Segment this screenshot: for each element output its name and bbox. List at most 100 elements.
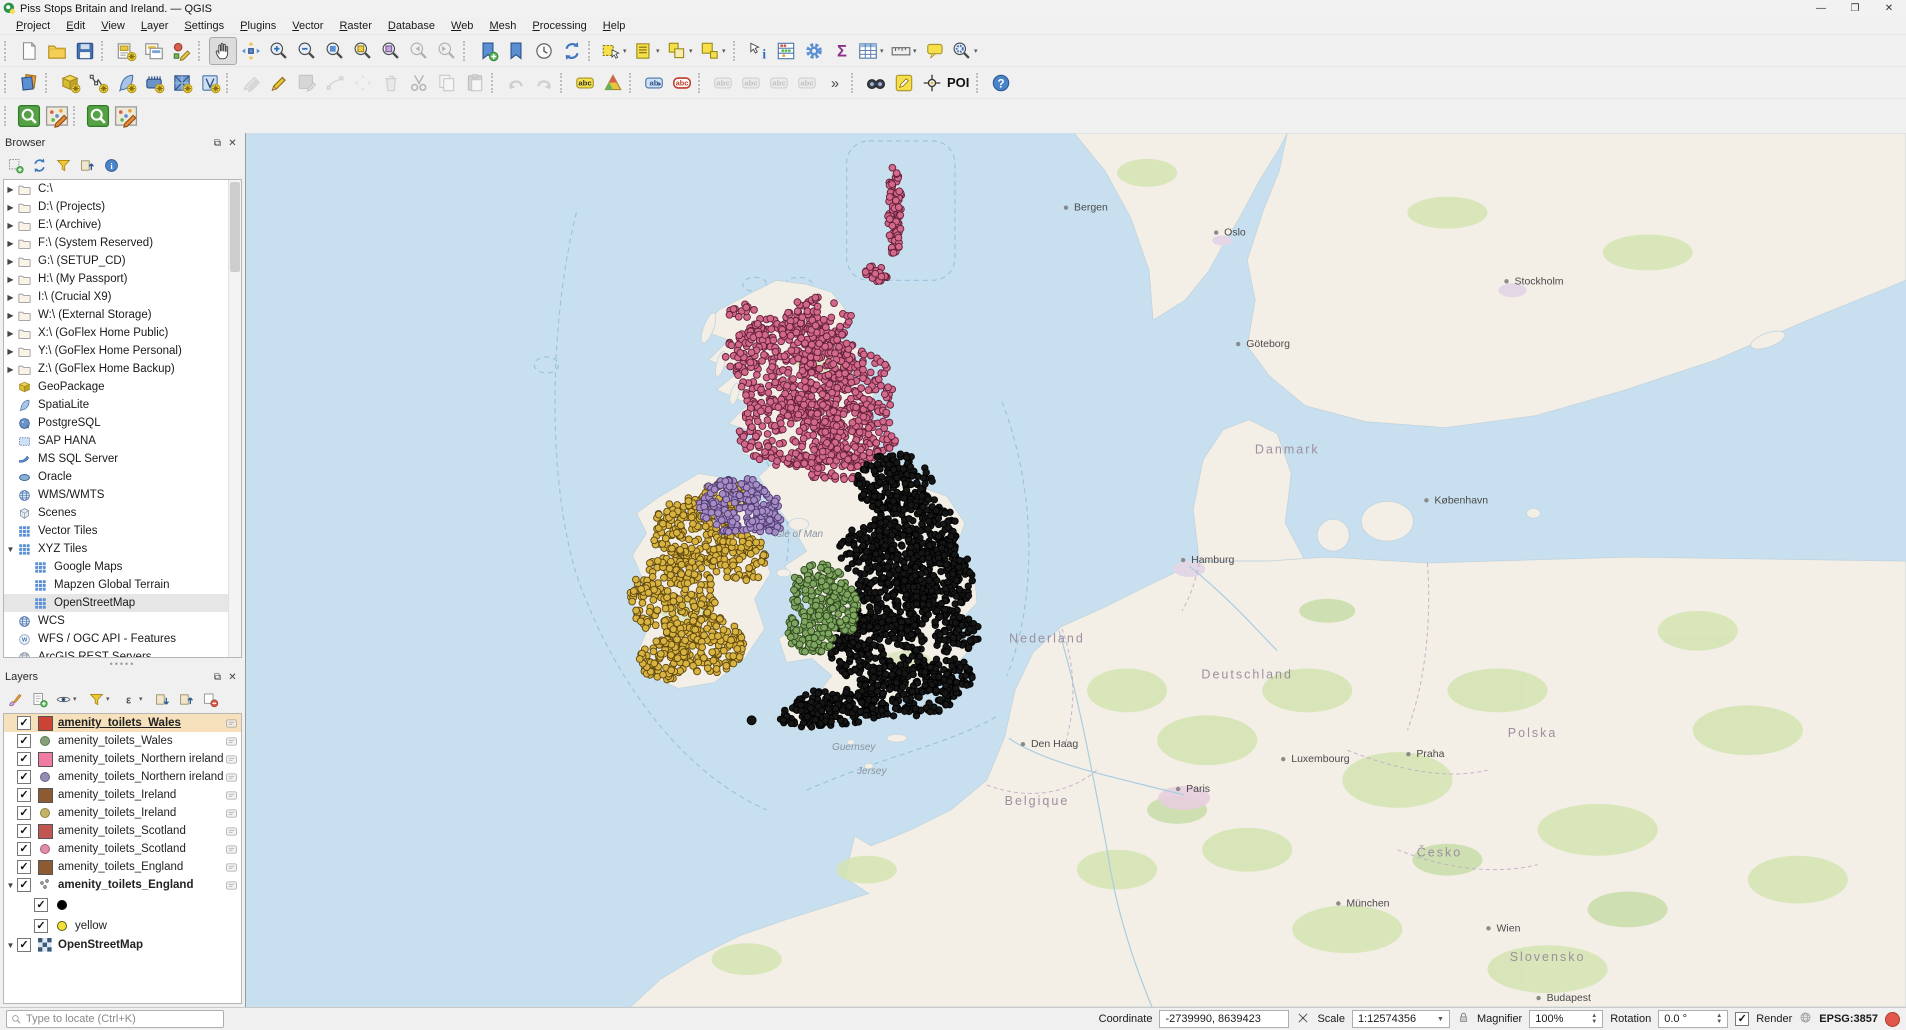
layer-visibility-checkbox[interactable]: ✓ <box>17 806 31 820</box>
browser-item-x-goflex-home-public[interactable]: ▶X:\ (GoFlex Home Public) <box>4 324 229 342</box>
redo-button[interactable] <box>530 69 558 97</box>
rotation-spinbox[interactable]: 0.0 °▲▼ <box>1658 1010 1728 1028</box>
layer-row-amenity-toilets-wales[interactable]: ✓amenity_toilets_Wales <box>4 714 241 732</box>
map-canvas[interactable]: Isle of ManGuernseyJerseyBergenOsloStock… <box>246 133 1906 1007</box>
browser-item-wfs-ogc-api-features[interactable]: WWFS / OGC API - Features <box>4 630 229 648</box>
layer-visibility-checkbox[interactable]: ✓ <box>34 919 48 933</box>
pin-labels-button[interactable]: abc <box>709 69 737 97</box>
osm-place-search-2-button[interactable] <box>84 102 112 130</box>
select-by-form-dropdown[interactable]: ▾ <box>656 47 664 55</box>
open-attribute-table-dropdown[interactable]: ▾ <box>880 47 888 55</box>
statistical-summary-button[interactable] <box>772 37 800 65</box>
layer-row-amenity-toilets-ireland[interactable]: ✓amenity_toilets_Ireland <box>4 786 241 804</box>
expander-icon[interactable]: ▶ <box>4 329 17 338</box>
layer-visibility-checkbox[interactable]: ✓ <box>17 770 31 784</box>
filter-legend-button[interactable]: ▾ <box>88 691 114 708</box>
layer-visibility-checkbox[interactable]: ✓ <box>17 788 31 802</box>
layer-visibility-checkbox[interactable]: ✓ <box>17 860 31 874</box>
magnifier-spinbox[interactable]: 100%▲▼ <box>1529 1010 1603 1028</box>
move-label-button[interactable]: abc <box>765 69 793 97</box>
expander-icon[interactable]: ▶ <box>4 293 17 302</box>
nominatim-geocoder-dropdown[interactable]: ▾ <box>974 47 982 55</box>
locate-search-input[interactable]: Type to locate (Ctrl+K) <box>6 1010 224 1028</box>
menu-plugins[interactable]: Plugins <box>232 19 284 33</box>
layer-visibility-checkbox[interactable]: ✓ <box>17 842 31 856</box>
label-pin-red-button[interactable]: abc <box>668 69 696 97</box>
browser-item-postgresql[interactable]: PostgreSQL <box>4 414 229 432</box>
menu-web[interactable]: Web <box>443 19 481 33</box>
layer-row-amenity-toilets-england[interactable]: ✓amenity_toilets_England <box>4 858 241 876</box>
zoom-in-button[interactable] <box>265 37 293 65</box>
measure-line-dropdown[interactable]: ▾ <box>913 47 921 55</box>
zoom-last-button[interactable] <box>405 37 433 65</box>
browser-close-icon[interactable]: ✕ <box>225 136 240 150</box>
layer-row-openstreetmap[interactable]: ▼✓OpenStreetMap <box>4 936 241 954</box>
browser-item-z-goflex-home-backup[interactable]: ▶Z:\ (GoFlex Home Backup) <box>4 360 229 378</box>
identify-features-button[interactable]: i <box>744 37 772 65</box>
measure-line-button[interactable]: ▾ <box>889 37 922 65</box>
menu-view[interactable]: View <box>93 19 133 33</box>
layer-row-yellow[interactable]: ✓yellow <box>4 915 241 936</box>
select-features-dropdown[interactable]: ▾ <box>623 47 631 55</box>
deselect-features-button[interactable]: ▾ <box>665 37 698 65</box>
browser-item-d-projects[interactable]: ▶D:\ (Projects) <box>4 198 229 216</box>
menu-settings[interactable]: Settings <box>176 19 232 33</box>
menu-processing[interactable]: Processing <box>524 19 594 33</box>
move-feature-button[interactable] <box>349 69 377 97</box>
browser-item-geopackage[interactable]: GeoPackage <box>4 378 229 396</box>
expand-all-button[interactable] <box>154 691 171 708</box>
paste-features-button[interactable] <box>461 69 489 97</box>
new-spatial-bookmark-button[interactable] <box>474 37 502 65</box>
menu-vector[interactable]: Vector <box>284 19 331 33</box>
new-virtual-layer-button[interactable] <box>196 69 224 97</box>
osm-place-search-button[interactable] <box>15 102 43 130</box>
browser-item-h-my-passport[interactable]: ▶H:\ (My Passport) <box>4 270 229 288</box>
expander-icon[interactable]: ▼ <box>4 881 17 890</box>
remove-layer-button[interactable] <box>202 691 219 708</box>
open-attribute-table-button[interactable]: ▾ <box>856 37 889 65</box>
layer-visibility-checkbox[interactable]: ✓ <box>17 878 31 892</box>
browser-item-sap-hana[interactable]: SAP HANA <box>4 432 229 450</box>
show-spatial-bookmarks-button[interactable] <box>502 37 530 65</box>
menu-project[interactable]: Project <box>8 19 58 33</box>
menu-edit[interactable]: Edit <box>58 19 93 33</box>
expander-icon[interactable]: ▶ <box>4 275 17 284</box>
open-layer-styling-button[interactable] <box>7 691 24 708</box>
show-hidden-labels-button[interactable]: abc <box>737 69 765 97</box>
minimize-button[interactable]: — <box>1804 0 1838 17</box>
layer-visibility-checkbox[interactable]: ✓ <box>17 938 31 952</box>
layer-row-symbol[interactable]: ✓ <box>4 894 241 915</box>
toggle-extents-icon[interactable] <box>1296 1011 1310 1028</box>
delete-selected-button[interactable] <box>377 69 405 97</box>
nominatim-geocoder-button[interactable]: ▾ <box>950 37 983 65</box>
expander-icon[interactable]: ▶ <box>4 203 17 212</box>
zoom-to-layer-button[interactable] <box>377 37 405 65</box>
layer-visibility-checkbox[interactable]: ✓ <box>17 734 31 748</box>
toolbar-overflow-button[interactable]: » <box>821 69 849 97</box>
show-layout-manager-button[interactable] <box>140 37 168 65</box>
new-gpx-layer-button[interactable] <box>168 69 196 97</box>
browser-item-c[interactable]: ▶C:\ <box>4 180 229 198</box>
manage-map-themes-button[interactable]: ▾ <box>55 691 81 708</box>
layer-visibility-checkbox[interactable]: ✓ <box>17 752 31 766</box>
select-features-button[interactable]: ▾ <box>599 37 632 65</box>
render-checkbox[interactable]: ✓ <box>1735 1012 1749 1026</box>
rotate-label-button[interactable]: abc <box>793 69 821 97</box>
annotation-tool-button[interactable] <box>890 69 918 97</box>
menu-database[interactable]: Database <box>380 19 443 33</box>
pan-map-button[interactable] <box>209 37 237 65</box>
browser-item-e-archive[interactable]: ▶E:\ (Archive) <box>4 216 229 234</box>
osm-place-search-edit-2-button[interactable] <box>112 102 140 130</box>
layer-row-amenity-toilets-england[interactable]: ▼✓amenity_toilets_England <box>4 876 241 894</box>
browser-item-vector-tiles[interactable]: Vector Tiles <box>4 522 229 540</box>
temporal-controller-button[interactable] <box>530 37 558 65</box>
browser-item-google-maps[interactable]: Google Maps <box>4 558 229 576</box>
browser-item-g-setup-cd[interactable]: ▶G:\ (SETUP_CD) <box>4 252 229 270</box>
layer-visibility-checkbox[interactable]: ✓ <box>17 824 31 838</box>
undo-button[interactable] <box>502 69 530 97</box>
layer-row-amenity-toilets-northern-ireland[interactable]: ✓amenity_toilets_Northern ireland <box>4 768 241 786</box>
browser-item-mapzen-global-terrain[interactable]: Mapzen Global Terrain <box>4 576 229 594</box>
expander-icon[interactable]: ▶ <box>4 239 17 248</box>
browser-item-oracle[interactable]: Oracle <box>4 468 229 486</box>
select-all-button[interactable]: ▾ <box>698 37 731 65</box>
